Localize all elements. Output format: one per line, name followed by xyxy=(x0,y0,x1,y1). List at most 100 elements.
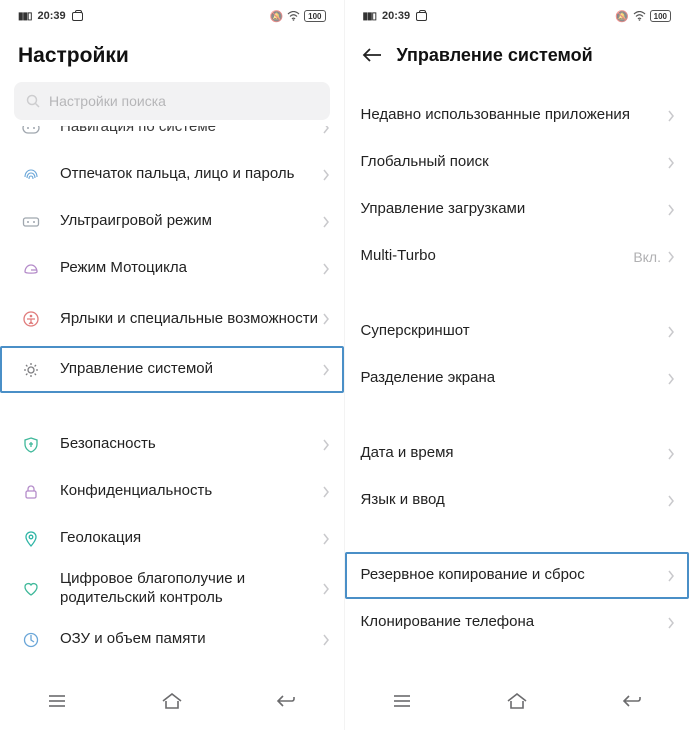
row-global-search[interactable]: Глобальный поиск xyxy=(345,139,689,186)
row-digital-wellbeing[interactable]: Цифровое благополучие и родительский кон… xyxy=(0,562,344,616)
row-label: Ярлыки и специальные возможности xyxy=(60,310,322,329)
row-label: Режим Мотоцикла xyxy=(60,259,322,278)
chevron-right-icon xyxy=(667,110,675,122)
chevron-right-icon xyxy=(322,583,330,595)
row-label: Дата и время xyxy=(361,444,668,463)
row-security[interactable]: Безопасность xyxy=(0,421,344,468)
row-multi-turbo[interactable]: Multi-Turbo Вкл. xyxy=(345,233,689,280)
row-label: Резервное копирование и сброс xyxy=(361,566,668,585)
chevron-right-icon xyxy=(322,126,330,134)
status-time: 20:39 xyxy=(382,10,410,22)
nav-bar xyxy=(0,686,344,716)
nav-recent[interactable] xyxy=(372,689,432,713)
camera-icon xyxy=(72,12,83,21)
row-fingerprint[interactable]: Отпечаток пальца, лицо и пароль xyxy=(0,151,344,198)
chevron-right-icon xyxy=(322,364,330,376)
status-bar: ▮▮▯ 20:39 🔕 100 xyxy=(0,6,344,26)
settings-list: Навигация по системе Отпечаток пальца, л… xyxy=(0,126,344,730)
row-label: Ультраигровой режим xyxy=(60,212,322,231)
chevron-right-icon xyxy=(667,373,675,385)
chevron-right-icon xyxy=(667,326,675,338)
row-system-management[interactable]: Управление системой xyxy=(0,346,344,393)
chevron-right-icon xyxy=(322,533,330,545)
row-label: Разделение экрана xyxy=(361,369,668,388)
nav-back[interactable] xyxy=(256,689,316,713)
row-label: Цифровое благополучие и родительский кон… xyxy=(60,570,322,608)
navigation-icon xyxy=(18,126,44,138)
wifi-icon xyxy=(287,11,300,21)
row-label: Язык и ввод xyxy=(361,491,668,510)
fingerprint-icon xyxy=(18,165,44,185)
wifi-icon xyxy=(633,11,646,21)
row-download-management[interactable]: Управление загрузками xyxy=(345,186,689,233)
camera-icon xyxy=(416,12,427,21)
row-motorcycle[interactable]: Режим Мотоцикла xyxy=(0,245,344,292)
row-language-input[interactable]: Язык и ввод xyxy=(345,477,689,524)
location-icon xyxy=(18,529,44,549)
row-recent-apps[interactable]: Недавно использованные приложения xyxy=(345,92,689,139)
row-label: Multi-Turbo xyxy=(361,247,634,266)
chevron-right-icon xyxy=(322,216,330,228)
nav-back[interactable] xyxy=(602,689,662,713)
row-label: Геолокация xyxy=(60,529,322,548)
chevron-right-icon xyxy=(322,169,330,181)
dnd-icon: 🔕 xyxy=(615,10,629,23)
row-super-screenshot[interactable]: Суперскриншот xyxy=(345,308,689,355)
chevron-right-icon xyxy=(322,439,330,451)
page-title: Управление системой xyxy=(397,45,593,66)
shield-icon xyxy=(18,435,44,455)
battery-indicator: 100 xyxy=(304,10,325,22)
row-privacy[interactable]: Конфиденциальность xyxy=(0,468,344,515)
chevron-right-icon xyxy=(667,448,675,460)
gear-icon xyxy=(18,360,44,380)
chevron-right-icon xyxy=(667,570,675,582)
row-label: Недавно использованные приложения xyxy=(361,106,668,125)
search-icon xyxy=(26,94,41,109)
nav-bar xyxy=(345,686,689,716)
signal-icon: ▮▮▯ xyxy=(18,11,32,22)
row-split-screen[interactable]: Разделение экрана xyxy=(345,355,689,402)
row-location[interactable]: Геолокация xyxy=(0,515,344,562)
row-system-navigation[interactable]: Навигация по системе xyxy=(0,126,344,151)
nav-home[interactable] xyxy=(487,689,547,713)
row-label: ОЗУ и объем памяти xyxy=(60,630,322,649)
chevron-right-icon xyxy=(667,617,675,629)
row-value: Вкл. xyxy=(633,249,661,265)
status-bar: ▮▮▯ 20:39 🔕 100 xyxy=(345,6,689,26)
back-button[interactable] xyxy=(361,44,383,66)
row-label: Отпечаток пальца, лицо и пароль xyxy=(60,165,322,184)
chevron-right-icon xyxy=(667,251,675,263)
row-label: Безопасность xyxy=(60,435,322,454)
signal-icon: ▮▮▯ xyxy=(363,11,377,22)
helmet-icon xyxy=(18,259,44,279)
screen-settings: ▮▮▯ 20:39 🔕 100 Настройки Настройки поис… xyxy=(0,0,345,730)
chevron-right-icon xyxy=(667,157,675,169)
row-backup-reset[interactable]: Резервное копирование и сброс xyxy=(345,552,689,599)
gamepad-icon xyxy=(18,212,44,232)
row-label: Суперскриншот xyxy=(361,322,668,341)
nav-home[interactable] xyxy=(142,689,202,713)
battery-indicator: 100 xyxy=(650,10,671,22)
search-input[interactable]: Настройки поиска xyxy=(14,82,330,120)
system-management-list: Недавно использованные приложения Глобал… xyxy=(345,80,689,730)
lock-icon xyxy=(18,482,44,502)
chevron-right-icon xyxy=(322,634,330,646)
page-title: Настройки xyxy=(0,26,344,82)
nav-recent[interactable] xyxy=(27,689,87,713)
row-label: Навигация по системе xyxy=(60,126,322,137)
storage-icon xyxy=(18,630,44,650)
row-label: Конфиденциальность xyxy=(60,482,322,501)
row-label: Клонирование телефона xyxy=(361,613,668,632)
accessibility-icon xyxy=(18,309,44,329)
chevron-right-icon xyxy=(322,313,330,325)
screen-system-management: ▮▮▯ 20:39 🔕 100 Управление системой Неда… xyxy=(345,0,689,730)
row-label: Глобальный поиск xyxy=(361,153,668,172)
row-ultra-game[interactable]: Ультраигровой режим xyxy=(0,198,344,245)
chevron-right-icon xyxy=(667,495,675,507)
row-ram-storage[interactable]: ОЗУ и объем памяти xyxy=(0,616,344,663)
row-phone-clone[interactable]: Клонирование телефона xyxy=(345,599,689,646)
row-shortcuts-accessibility[interactable]: Ярлыки и специальные возможности xyxy=(0,292,344,346)
heart-icon xyxy=(18,579,44,599)
row-label: Управление загрузками xyxy=(361,200,668,219)
row-date-time[interactable]: Дата и время xyxy=(345,430,689,477)
